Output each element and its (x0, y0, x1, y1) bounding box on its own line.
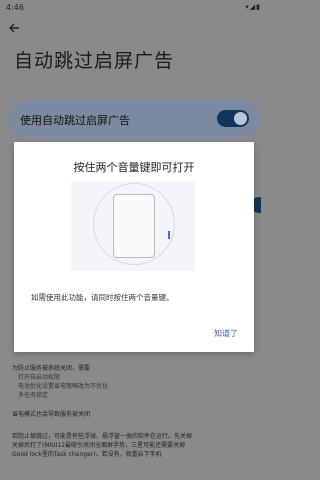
status-bar: 4:46 ▾◢▮ (0, 0, 269, 16)
note-line: 若阻止被跳过，可能是有些浮球、悬浮窗一类的软件在运行。先关掉 (12, 433, 193, 440)
volume-key-icon (168, 231, 170, 239)
master-switch-label: 使用自动跳过启屏广告 (20, 114, 130, 127)
page-title: 自动跳过启屏广告 (14, 50, 175, 72)
note-line: 省电模式也会导致服务被关闭 (12, 411, 91, 418)
volume-key-dialog: 按住两个音量键即可打开 如需使用此功能，请同时按住两个音量键。 知道了 (14, 142, 254, 352)
note-line: 关掉后打了(MIUI12最吸引关闭全面屏手势，三星可能还需要关掉 (12, 442, 186, 449)
note-line: 打开自启动权限 (18, 374, 61, 381)
toggle-knob (234, 112, 247, 125)
master-switch-card[interactable]: 使用自动跳过启屏广告 (8, 100, 261, 138)
note-line: 电池优化设置省电策略改为不优化 (18, 383, 109, 390)
volume-key-illustration (71, 181, 195, 271)
note-line: 多任务锁定 (18, 392, 49, 399)
master-switch-toggle[interactable] (217, 110, 249, 127)
status-time: 4:46 (6, 3, 24, 12)
note-line: 为防止服务被系统关闭，需要 (12, 365, 91, 372)
dialog-message: 如需使用此功能，请同时按住两个音量键。 (31, 293, 174, 302)
status-icons: ▾◢▮ (245, 3, 261, 11)
dialog-ok-button[interactable]: 知道了 (214, 328, 238, 339)
phone-outline-icon (113, 194, 155, 258)
note-line: Good lock里的Task changer)。若没有，就重启下手机 (12, 451, 162, 458)
back-arrow-glyph (9, 23, 19, 33)
dialog-title: 按住两个音量键即可打开 (73, 161, 195, 174)
back-arrow-icon[interactable] (8, 22, 24, 38)
